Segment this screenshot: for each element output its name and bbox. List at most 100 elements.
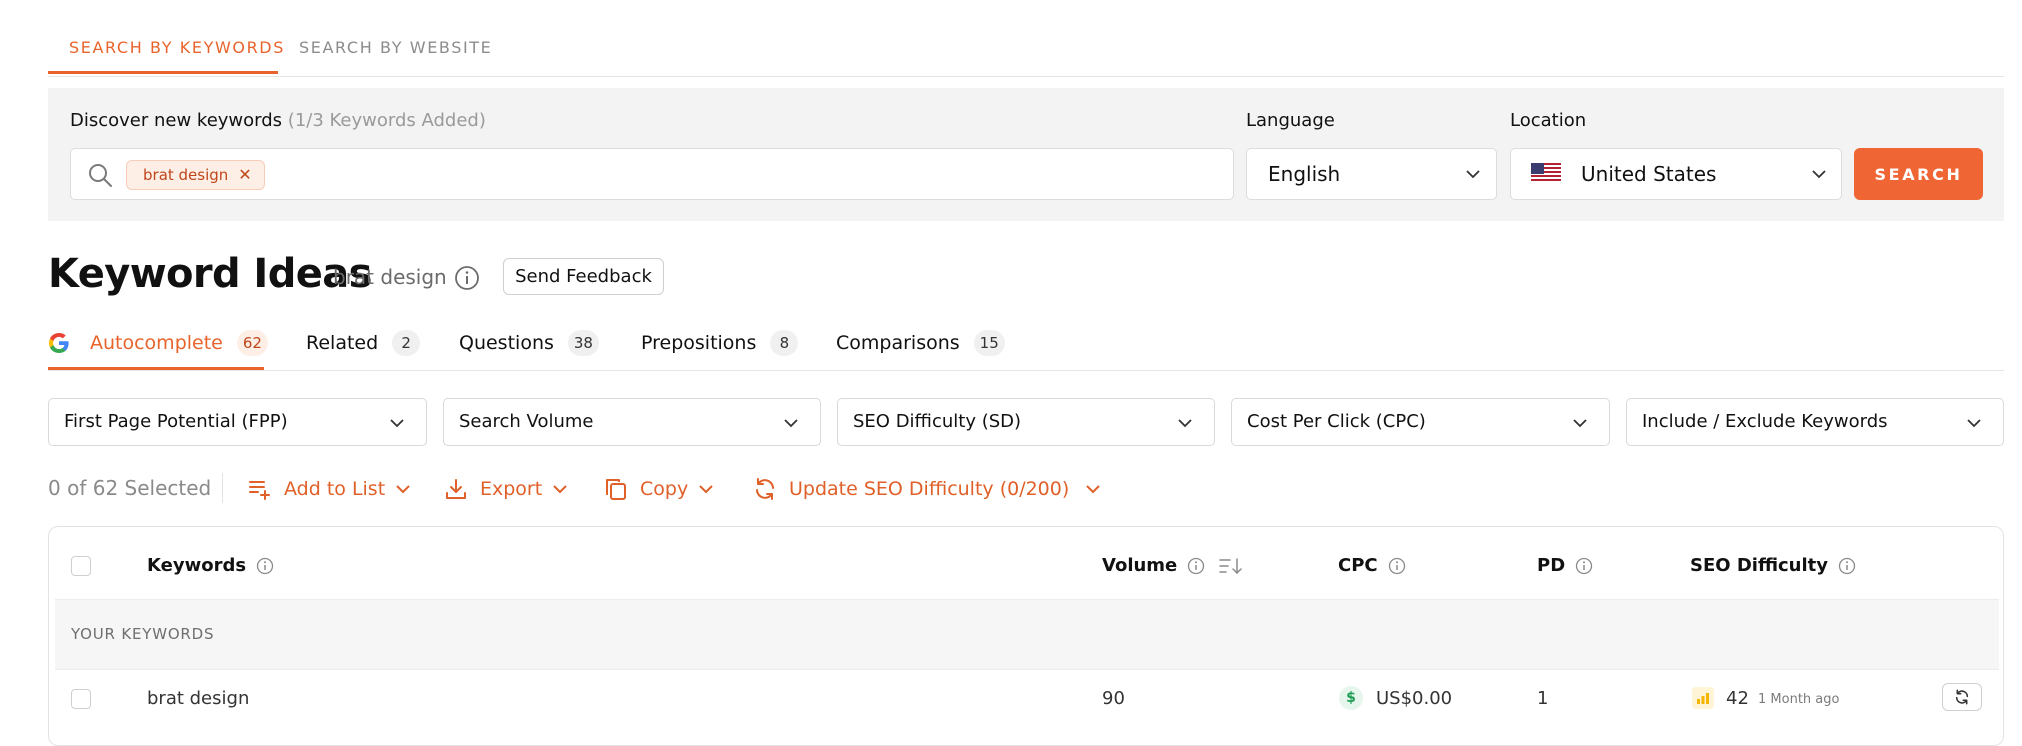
- tab-label: Autocomplete: [90, 332, 223, 354]
- add-list-icon: [248, 477, 272, 501]
- chevron-down-icon: [698, 483, 714, 495]
- sort-icon[interactable]: [1219, 557, 1243, 575]
- toolbar-divider: [222, 473, 223, 503]
- chevron-down-icon: [1465, 168, 1481, 180]
- chevron-down-icon: [783, 417, 799, 429]
- keyword-chip-label: brat design: [143, 166, 229, 184]
- filter-label: SEO Difficulty (SD): [853, 411, 1022, 432]
- cpc-cell: US$0.00: [1376, 688, 1453, 709]
- info-icon[interactable]: [454, 265, 480, 291]
- language-select[interactable]: English: [1246, 148, 1497, 200]
- language-value: English: [1268, 162, 1341, 186]
- tab-count-badge: 38: [567, 330, 599, 356]
- keyword-cell[interactable]: brat design: [147, 688, 249, 709]
- tab-count-badge: 8: [770, 330, 799, 356]
- google-icon: [48, 332, 70, 354]
- keyword-chip: brat design ✕: [126, 160, 265, 190]
- search-button[interactable]: SEARCH: [1854, 148, 1983, 200]
- chevron-down-icon: [1966, 417, 1982, 429]
- chevron-down-icon: [1572, 417, 1588, 429]
- tab-label: Questions: [459, 332, 554, 354]
- tab-count-badge: 15: [973, 330, 1005, 356]
- download-icon: [444, 477, 468, 501]
- tab-label: Comparisons: [836, 332, 960, 354]
- info-icon[interactable]: [1187, 557, 1205, 575]
- info-icon[interactable]: [1388, 557, 1406, 575]
- send-feedback-button[interactable]: Send Feedback: [503, 258, 664, 295]
- export-button[interactable]: Export: [444, 474, 568, 504]
- action-label: Add to List: [284, 478, 386, 500]
- tab-related[interactable]: Related 2: [306, 328, 421, 358]
- difficulty-bars-icon: [1692, 687, 1714, 709]
- dollar-icon: $: [1339, 686, 1363, 710]
- tabs-divider: [48, 370, 2004, 371]
- pd-cell: 1: [1537, 688, 1549, 709]
- location-select[interactable]: United States: [1510, 148, 1842, 200]
- update-seo-difficulty-button[interactable]: Update SEO Difficulty (0/200): [753, 474, 1101, 504]
- filter-include-exclude[interactable]: Include / Exclude Keywords: [1626, 398, 2004, 446]
- tab-search-by-keywords[interactable]: SEARCH BY KEYWORDS: [69, 38, 285, 57]
- tab-count-badge: 62: [236, 330, 268, 356]
- filter-cpc[interactable]: Cost Per Click (CPC): [1231, 398, 1610, 446]
- section-label: YOUR KEYWORDS: [71, 625, 215, 643]
- tab-search-by-website[interactable]: SEARCH BY WEBSITE: [299, 38, 492, 57]
- seo-difficulty-cell: 42: [1726, 688, 1749, 709]
- selected-count: 0 of 62 Selected: [48, 476, 212, 500]
- info-icon[interactable]: [1575, 557, 1593, 575]
- volume-cell: 90: [1102, 688, 1125, 709]
- action-label: Export: [480, 478, 543, 500]
- tab-autocomplete[interactable]: Autocomplete 62: [48, 328, 268, 358]
- language-label: Language: [1246, 110, 1335, 131]
- column-header-seo-difficulty[interactable]: SEO Difficulty: [1690, 555, 1856, 576]
- remove-chip-icon[interactable]: ✕: [238, 167, 251, 183]
- keywords-table: Keywords Volume CPC PD SEO Difficulty YO…: [48, 526, 2004, 746]
- column-header-cpc[interactable]: CPC: [1338, 555, 1406, 576]
- section-header: YOUR KEYWORDS: [55, 599, 1999, 670]
- tab-label: Prepositions: [641, 332, 757, 354]
- filter-seo-difficulty[interactable]: SEO Difficulty (SD): [837, 398, 1215, 446]
- row-checkbox[interactable]: [71, 689, 91, 709]
- filter-fpp[interactable]: First Page Potential (FPP): [48, 398, 427, 446]
- keyword-input[interactable]: brat design ✕: [70, 148, 1234, 200]
- location-value: United States: [1581, 162, 1717, 186]
- select-all-checkbox[interactable]: [71, 556, 91, 576]
- column-header-volume[interactable]: Volume: [1102, 555, 1243, 576]
- column-header-keywords[interactable]: Keywords: [147, 555, 274, 576]
- updated-label: 1 Month ago: [1758, 692, 1840, 707]
- refresh-icon: [1954, 689, 1970, 705]
- search-icon: [87, 162, 113, 188]
- tab-questions[interactable]: Questions 38: [459, 328, 599, 358]
- copy-icon: [604, 477, 628, 501]
- copy-button[interactable]: Copy: [604, 474, 714, 504]
- tab-prepositions[interactable]: Prepositions 8: [641, 328, 799, 358]
- tabs-divider: [48, 76, 2004, 77]
- chevron-down-icon: [395, 483, 411, 495]
- info-icon[interactable]: [256, 557, 274, 575]
- page-title: Keyword Ideas: [48, 251, 372, 297]
- add-to-list-button[interactable]: Add to List: [248, 474, 411, 504]
- tab-count-badge: 2: [392, 330, 421, 356]
- column-header-pd[interactable]: PD: [1537, 555, 1593, 576]
- page-subtitle: brat design: [333, 265, 447, 289]
- filter-label: First Page Potential (FPP): [64, 411, 288, 432]
- chevron-down-icon: [1811, 168, 1827, 180]
- chevron-down-icon: [552, 483, 568, 495]
- location-label: Location: [1510, 110, 1587, 131]
- chevron-down-icon: [389, 417, 405, 429]
- action-label: Update SEO Difficulty (0/200): [789, 478, 1070, 500]
- filter-label: Include / Exclude Keywords: [1642, 411, 1888, 432]
- tab-label: Related: [306, 332, 379, 354]
- chevron-down-icon: [1177, 417, 1193, 429]
- active-tab-underline: [48, 71, 278, 74]
- filter-search-volume[interactable]: Search Volume: [443, 398, 821, 446]
- tab-comparisons[interactable]: Comparisons 15: [836, 328, 1005, 358]
- us-flag-icon: [1531, 163, 1561, 183]
- refresh-icon: [753, 477, 777, 501]
- filter-label: Search Volume: [459, 411, 594, 432]
- search-panel: Discover new keywords (1/3 Keywords Adde…: [48, 88, 2004, 221]
- refresh-row-button[interactable]: [1942, 683, 1982, 711]
- discover-label: Discover new keywords (1/3 Keywords Adde…: [70, 110, 486, 131]
- info-icon[interactable]: [1838, 557, 1856, 575]
- action-label: Copy: [640, 478, 689, 500]
- filter-label: Cost Per Click (CPC): [1247, 411, 1426, 432]
